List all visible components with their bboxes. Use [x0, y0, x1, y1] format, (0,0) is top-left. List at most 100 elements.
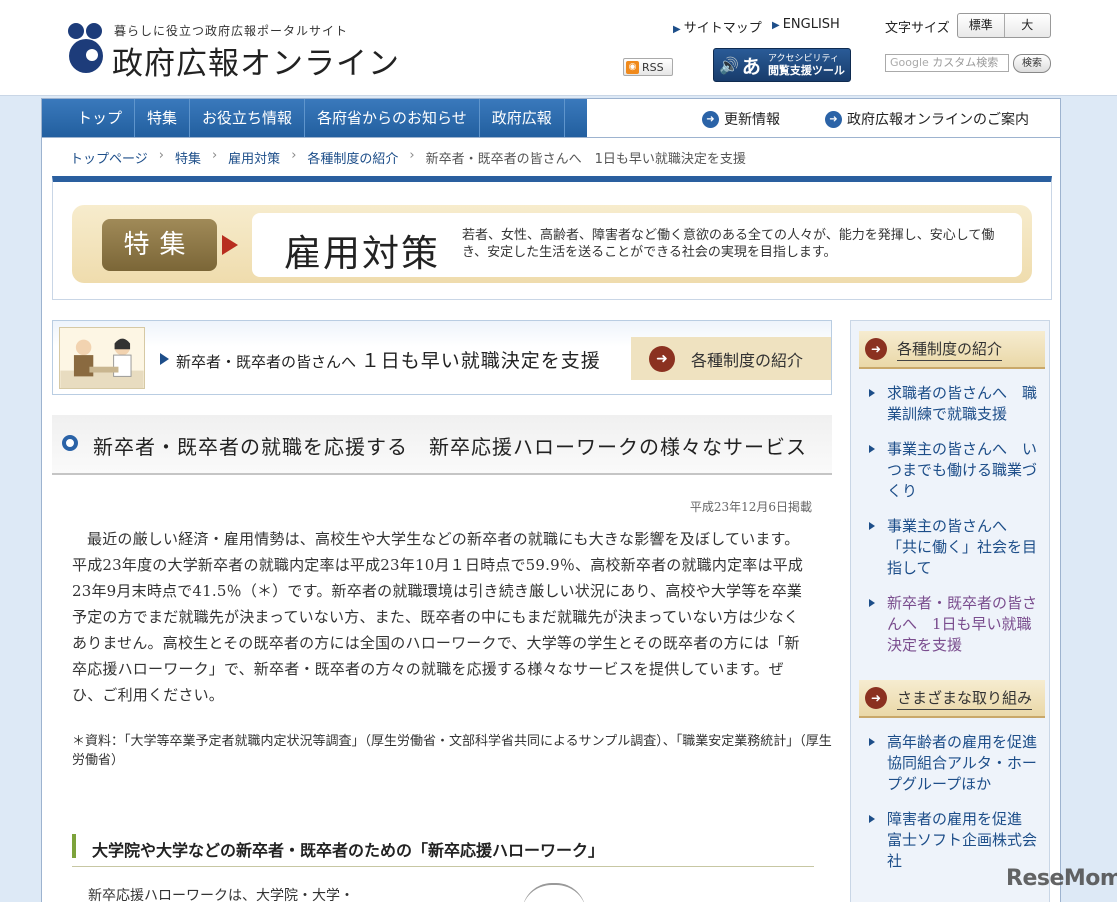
site-header: 暮らしに役立つ政府広報ポータルサイト 政府広報オンライン ▶ サイトマップ ▶ EN…: [0, 0, 1117, 96]
english-label: ENGLISH: [782, 17, 840, 32]
sidebar-link-label: 事業主の皆さんへ 「共に働く」社会を目指して: [887, 517, 1038, 577]
triangle-right-icon: [869, 738, 875, 746]
font-size-standard-button[interactable]: 標準: [958, 14, 1005, 37]
breadcrumb-current: 新卒者・既卒者の皆さんへ 1日も早い就職決定を支援: [425, 152, 746, 167]
sidebar-heading-initiatives: ➜ さまざまな取り組み: [859, 680, 1045, 718]
chevron-right-icon: ▶: [772, 20, 780, 31]
font-size-toggle: 標準 大: [957, 13, 1051, 38]
rss-icon: ◉: [626, 60, 639, 74]
sidebar-list-systems: 求職者の皆さんへ 職業訓練で就職支援 事業主の皆さんへ いつまでも働ける職業づく…: [861, 383, 1041, 670]
topic-category-label: 各種制度の紹介: [691, 350, 804, 370]
speaker-icon: 🔊: [719, 55, 739, 75]
breadcrumb-item[interactable]: トップページ: [70, 148, 148, 167]
updates-link[interactable]: ➜ 更新情報: [702, 109, 780, 129]
arrow-right-circle-icon: ➜: [865, 338, 887, 360]
sidebar-link-label: 障害者の雇用を促進 富士ソフト企画株式会社: [887, 810, 1038, 870]
triangle-right-icon: [869, 815, 875, 823]
watermark-logo: ReseMom: [1006, 866, 1117, 891]
breadcrumb-item[interactable]: 特集: [175, 148, 201, 167]
breadcrumb-item[interactable]: 雇用対策: [228, 148, 280, 167]
triangle-right-icon: [160, 353, 169, 365]
about-label: 政府広報オンラインのご案内: [847, 112, 1029, 128]
sidebar-link-label: 事業主の皆さんへ いつまでも働ける職業づくり: [887, 440, 1038, 500]
article-title: 新卒者・既卒者の就職を応援する 新卒応援ハローワークの様々なサービス: [93, 435, 807, 459]
breadcrumb-separator: ›: [409, 148, 415, 163]
section-title: 大学院や大学などの新卒者・既卒者のための「新卒応援ハローワーク」: [92, 841, 605, 860]
sidebar-link[interactable]: 事業主の皆さんへ 「共に働く」社会を目指して: [861, 516, 1041, 579]
font-size-label: 文字サイズ: [885, 21, 950, 36]
government-logo-icon[interactable]: [62, 22, 108, 74]
sidebar-link-label: 新卒者・既卒者の皆さんへ 1日も早い就職決定を支援: [887, 594, 1038, 654]
source-note: ＊資料：「大学等卒業予定者就職内定状況等調査」（厚生労働省・文部科学省共同による…: [72, 734, 832, 768]
feature-banner-panel: 雇用対策 若者、女性、高齢者、障害者など働く意欲のある全ての人々が、能力を発揮し…: [252, 213, 1022, 277]
triangle-right-icon: [869, 445, 875, 453]
triangle-right-icon: [869, 389, 875, 397]
nav-main: トップ 特集 お役立ち情報 各府省からのお知らせ 政府広報: [42, 99, 587, 137]
main-container: トップページ › 特集 › 雇用対策 › 各種制度の紹介 › 新卒者・既卒者の皆…: [41, 138, 1061, 902]
english-link[interactable]: ▶ ENGLISH: [772, 17, 840, 32]
topic-main: １日も早い就職決定を支援: [360, 350, 601, 372]
sidebar-link-current[interactable]: 新卒者・既卒者の皆さんへ 1日も早い就職決定を支援: [861, 593, 1041, 656]
nav-item-ministry-news[interactable]: 各府省からのお知らせ: [305, 99, 480, 137]
section-body: 新卒応援ハローワークは、大学院・大学・: [88, 888, 354, 902]
sidebar-link[interactable]: 障害者の雇用を促進 富士ソフト企画株式会社: [861, 809, 1041, 872]
topic-title: 新卒者・既卒者の皆さんへ １日も早い就職決定を支援: [176, 346, 601, 373]
publish-date: 平成23年12月6日掲載: [689, 500, 812, 514]
breadcrumb-separator: ›: [158, 148, 164, 163]
arrow-right-circle-icon: ➜: [649, 345, 675, 372]
font-size-large-button[interactable]: 大: [1005, 14, 1051, 37]
google-label: Google: [890, 56, 929, 69]
sidebar-link[interactable]: 事業主の皆さんへ いつまでも働ける職業づくり: [861, 439, 1041, 502]
accessibility-text: アクセシビリティ 閲覧支援ツール: [768, 53, 845, 77]
article-header: 新卒者・既卒者の就職を応援する 新卒応援ハローワークの様々なサービス: [52, 415, 832, 475]
triangle-right-icon: [869, 522, 875, 530]
nav-item-gov-pr[interactable]: 政府広報: [480, 99, 565, 137]
updates-label: 更新情報: [724, 112, 780, 128]
sidebar-link-label: 高年齢者の雇用を促進 協同組合アルタ・ホープグループほか: [887, 733, 1053, 793]
accessibility-button[interactable]: 🔊 あ アクセシビリティ 閲覧支援ツール: [713, 48, 851, 82]
feature-tag: 特集: [102, 219, 217, 271]
section-heading: 大学院や大学などの新卒者・既卒者のための「新卒応援ハローワーク」: [72, 834, 814, 867]
sidebar-heading-systems: ➜ 各種制度の紹介: [859, 331, 1045, 369]
sidebar-heading-label: さまざまな取り組み: [897, 687, 1033, 710]
global-nav: トップ 特集 お役立ち情報 各府省からのお知らせ 政府広報 ➜ 更新情報 ➜ 政…: [41, 98, 1061, 138]
breadcrumb-separator: ›: [291, 148, 297, 163]
search-input[interactable]: Google カスタム検索: [885, 54, 1009, 72]
chevron-right-icon: ▶: [673, 24, 681, 35]
rss-label: RSS: [642, 60, 664, 74]
topic-prefix: 新卒者・既卒者の皆さんへ: [176, 353, 357, 371]
nav-item-feature[interactable]: 特集: [135, 99, 191, 137]
arrow-right-circle-icon: ➜: [865, 687, 887, 709]
breadcrumb-item[interactable]: 各種制度の紹介: [307, 148, 398, 167]
site-title[interactable]: 政府広報オンライン: [112, 38, 400, 83]
section-illustration: [522, 883, 586, 902]
feature-title: 雇用対策: [284, 232, 440, 275]
breadcrumb-separator: ›: [211, 148, 218, 163]
site-tagline: 暮らしに役立つ政府広報ポータルサイト: [114, 24, 349, 38]
arrow-right-circle-icon: ➜: [825, 110, 842, 128]
feature-banner-inner: 特集 雇用対策 若者、女性、高齢者、障害者など働く意欲のある全ての人々が、能力を…: [72, 205, 1032, 283]
circle-bullet-icon: [62, 435, 78, 451]
accessibility-line2: 閲覧支援ツール: [767, 64, 845, 77]
sitemap-link[interactable]: ▶ サイトマップ: [673, 17, 762, 36]
feature-banner: 特集 雇用対策 若者、女性、高齢者、障害者など働く意欲のある全ての人々が、能力を…: [52, 176, 1052, 300]
sidebar-link[interactable]: 求職者の皆さんへ 職業訓練で就職支援: [861, 383, 1041, 425]
about-link[interactable]: ➜ 政府広報オンラインのご案内: [825, 109, 1029, 129]
nav-item-useful-info[interactable]: お役立ち情報: [190, 99, 306, 137]
article-body: 最近の厳しい経済・雇用情勢は、高校生や大学生などの新卒者の就職にも大きな影響を及…: [72, 530, 804, 704]
triangle-right-icon: [869, 599, 875, 607]
sidebar-heading-label: 各種制度の紹介: [897, 338, 1003, 361]
accessibility-char: あ: [741, 55, 761, 78]
sidebar-link[interactable]: 高年齢者の雇用を促進 協同組合アルタ・ホープグループほか: [861, 732, 1052, 795]
nav-item-top[interactable]: トップ: [42, 99, 136, 137]
triangle-right-icon: [222, 235, 238, 255]
feature-description: 若者、女性、高齢者、障害者など働く意欲のある全ての人々が、能力を発揮し、安心して…: [462, 228, 995, 260]
rss-button[interactable]: ◉ RSS: [623, 58, 673, 76]
topic-banner[interactable]: 新卒者・既卒者の皆さんへ １日も早い就職決定を支援 ➜ 各種制度の紹介: [52, 320, 832, 395]
topic-category[interactable]: ➜ 各種制度の紹介: [631, 337, 831, 380]
sitemap-label: サイトマップ: [683, 21, 762, 36]
sidebar-list-initiatives: 高年齢者の雇用を促進 協同組合アルタ・ホープグループほか 障害者の雇用を促進 富…: [861, 732, 1052, 886]
sidebar: ➜ 各種制度の紹介 求職者の皆さんへ 職業訓練で就職支援 事業主の皆さんへ いつ…: [850, 320, 1052, 902]
search-button[interactable]: 検索: [1013, 54, 1051, 73]
sidebar-link-label: 求職者の皆さんへ 職業訓練で就職支援: [887, 384, 1038, 423]
